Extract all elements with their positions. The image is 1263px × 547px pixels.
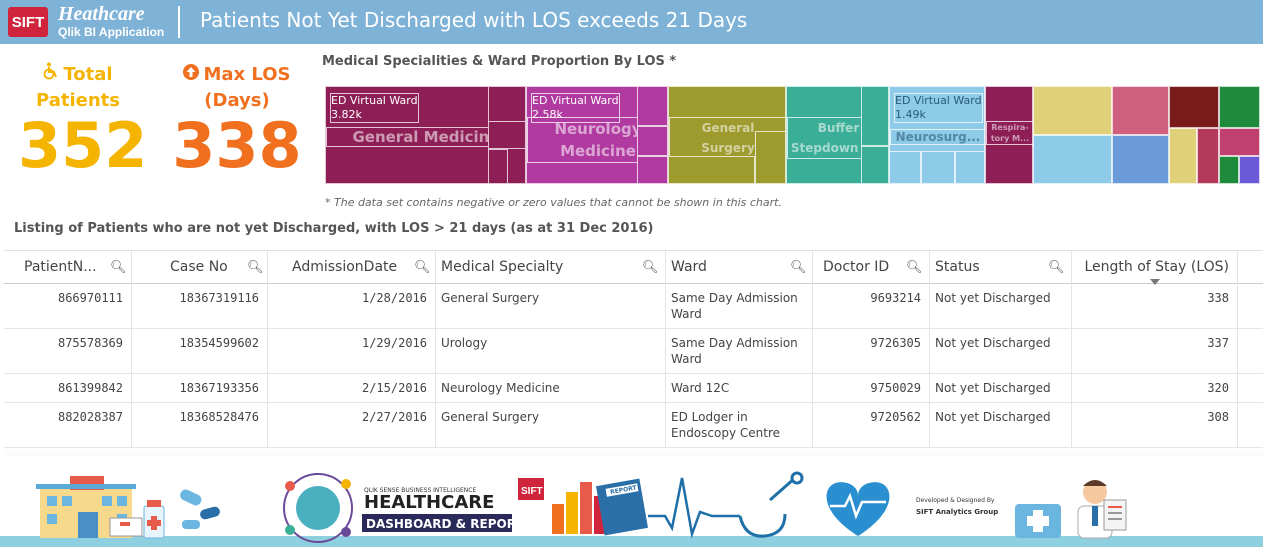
treemap-subcell[interactable]	[637, 126, 668, 156]
search-icon[interactable]: 🔍︎	[642, 260, 659, 275]
table-row[interactable]: 866970111 18367319116 1/28/2016 General …	[4, 284, 1263, 329]
treemap-subcell[interactable]	[861, 86, 889, 146]
banner-sift-logo: SIFT	[521, 486, 543, 497]
col-header-patient[interactable]: PatientN... 🔍︎	[4, 251, 132, 284]
treemap-cell[interactable]	[1033, 86, 1112, 135]
treemap-cell[interactable]	[1197, 128, 1219, 184]
listing-title: Listing of Patients who are not yet Disc…	[14, 221, 654, 236]
brand-line1: Heathcare	[58, 3, 145, 25]
banner-illustration: QLIK SENSE BUSINESS INTELLIGENCE HEALTHC…	[0, 471, 1263, 547]
kpi-max-label1: Max LOS	[172, 62, 302, 88]
heartbeat-icon	[648, 477, 740, 539]
table-row[interactable]: 861399842 18367193356 2/15/2016 Neurolog…	[4, 374, 1263, 403]
app-header: SIFT Heathcare Qlik BI Application Patie…	[0, 0, 1263, 44]
treemap-subcell[interactable]	[637, 156, 668, 184]
kpi-total-patients[interactable]: Total Patients 352	[18, 62, 148, 182]
medical-kit-icon	[1015, 504, 1061, 538]
kpi-max-value: 338	[172, 109, 302, 182]
table-row[interactable]: 875578369 18354599602 1/29/2016 Urology …	[4, 329, 1263, 374]
treemap-subcell[interactable]	[488, 149, 508, 184]
treemap-cell[interactable]	[1112, 135, 1169, 184]
banner-subtitle: DASHBOARD & REPORTS	[366, 517, 532, 531]
hospital-icon	[36, 476, 143, 538]
col-header-doctor[interactable]: Doctor ID 🔍︎	[813, 251, 930, 284]
patients-table[interactable]: PatientN... 🔍︎ Case No 🔍︎ AdmissionDate …	[4, 250, 1263, 456]
treemap-note: * The data set contains negative or zero…	[325, 196, 782, 209]
search-icon[interactable]: 🔍︎	[1048, 260, 1065, 275]
treemap-cell[interactable]	[1169, 86, 1219, 128]
arrow-up-circle-icon	[183, 62, 200, 88]
treemap-subcell[interactable]	[637, 86, 668, 126]
treemap-title: Medical Specialities & Ward Proportion B…	[322, 54, 677, 69]
search-icon[interactable]: 🔍︎	[247, 260, 264, 275]
sift-logo: SIFT	[8, 7, 48, 37]
table-header: PatientN... 🔍︎ Case No 🔍︎ AdmissionDate …	[4, 250, 1263, 285]
medicine-bottle-icon	[143, 500, 165, 539]
wheelchair-icon	[43, 62, 59, 88]
search-icon[interactable]: 🔍︎	[790, 260, 807, 275]
clipboard-icon	[1103, 499, 1127, 531]
pills-icon	[180, 489, 220, 529]
treemap-cell[interactable]	[1169, 128, 1197, 184]
treemap-cell[interactable]	[1112, 86, 1169, 135]
search-icon[interactable]: 🔍︎	[110, 260, 127, 275]
brand-line2: Qlik BI Application	[58, 25, 165, 39]
kpi-total-value: 352	[18, 109, 148, 182]
page-title: Patients Not Yet Discharged with LOS exc…	[200, 8, 748, 32]
footer-banner: QLIK SENSE BUSINESS INTELLIGENCE HEALTHC…	[0, 456, 1263, 547]
banner-title: HEALTHCARE	[364, 492, 494, 513]
treemap-label-respiratory: Respira-tory M...	[986, 121, 1034, 145]
table-row-partial[interactable]	[4, 448, 1263, 456]
col-header-ward[interactable]: Ward 🔍︎	[666, 251, 813, 284]
stethoscope-icon	[738, 471, 804, 538]
col-header-case[interactable]: Case No 🔍︎	[132, 251, 268, 284]
search-icon[interactable]: 🔍︎	[414, 260, 431, 275]
table-row[interactable]: 882028387 18368528476 2/27/2016 General …	[4, 403, 1263, 448]
analytics-head-icon	[283, 473, 353, 543]
treemap-subcell[interactable]	[889, 151, 921, 184]
treemap-cell[interactable]	[1219, 128, 1260, 156]
report-icon: REPORT	[595, 478, 649, 536]
banner-credit2: SIFT Analytics Group	[916, 508, 998, 516]
col-header-admission-date[interactable]: AdmissionDate 🔍︎	[268, 251, 436, 284]
treemap-cell[interactable]	[1219, 156, 1239, 184]
treemap-subcell[interactable]	[921, 151, 955, 184]
kpi-total-label1: Total	[18, 62, 138, 88]
treemap-cell-respiratory[interactable]: Respira-tory M...	[985, 86, 1034, 184]
kpi-max-los[interactable]: Max LOS (Days) 338	[172, 62, 302, 178]
treemap-subcell[interactable]	[668, 156, 755, 184]
treemap-cell[interactable]	[1219, 86, 1260, 128]
treemap-subcell[interactable]	[755, 131, 786, 184]
treemap-cell[interactable]	[1033, 135, 1112, 184]
col-header-status[interactable]: Status 🔍︎	[930, 251, 1072, 284]
header-divider	[178, 6, 180, 38]
search-icon[interactable]: 🔍︎	[906, 260, 923, 275]
treemap-subcell[interactable]	[861, 146, 889, 184]
brand: Heathcare Qlik BI Application	[58, 3, 164, 39]
treemap-chart[interactable]: ED Virtual Ward 3.82k General Medicine ED…	[325, 86, 1260, 184]
treemap-subcell[interactable]	[488, 121, 526, 149]
col-header-specialty[interactable]: Medical Specialty 🔍︎	[436, 251, 666, 284]
treemap-label-neurosurgery: Neurosurg...	[890, 129, 986, 145]
banner-credit1: Developed & Designed By	[916, 497, 995, 504]
heart-icon	[826, 482, 890, 536]
treemap-cell[interactable]	[1239, 156, 1260, 184]
treemap-subcell[interactable]	[955, 151, 985, 184]
